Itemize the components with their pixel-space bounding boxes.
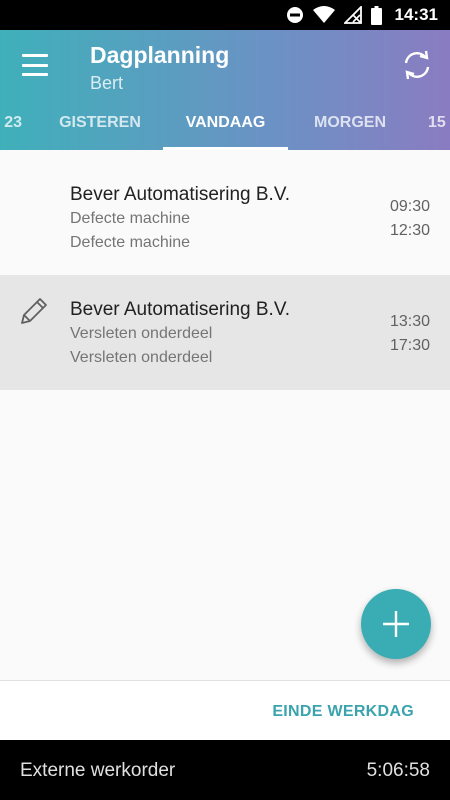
tab-previous-date[interactable]: 23 (0, 100, 22, 150)
end-workday-button[interactable]: EINDE WERKDAG (272, 703, 414, 721)
menu-icon-bar (22, 54, 48, 57)
list-item[interactable]: Bever Automatisering B.V. Versleten onde… (0, 275, 450, 390)
tab-gisteren[interactable]: GISTEREN (42, 100, 158, 150)
appointment-description: Defecte machine (70, 210, 191, 227)
bottom-action-bar: EINDE WERKDAG (0, 680, 450, 740)
status-time: 14:31 (394, 5, 438, 24)
list-item[interactable]: Bever Automatisering B.V. Defecte machin… (0, 160, 450, 275)
pencil-icon (21, 298, 47, 324)
day-tabs: 23 GISTEREN VANDAAG MORGEN 15 (0, 100, 450, 150)
menu-button[interactable] (22, 54, 48, 76)
page-subtitle: Bert (90, 73, 124, 93)
appointment-description: Versleten onderdeel (70, 325, 213, 342)
wifi-icon (312, 6, 335, 23)
start-time: 09:30 (389, 198, 430, 215)
status-bar: 14:31 (0, 0, 450, 30)
do-not-disturb-icon (286, 7, 303, 23)
add-appointment-button[interactable] (361, 589, 431, 659)
menu-icon-bar (22, 73, 48, 76)
tab-next-date[interactable]: 15 (428, 100, 450, 150)
end-time: 17:30 (389, 337, 430, 354)
menu-icon-bar (22, 63, 48, 67)
tab-vandaag[interactable]: VANDAAG (163, 100, 288, 150)
sync-icon[interactable] (402, 50, 432, 80)
appointment-list: Bever Automatisering B.V. Defecte machin… (0, 160, 450, 390)
work-order-bar[interactable]: Externe werkorder 5:06:58 (0, 740, 450, 800)
no-signal-icon (343, 6, 362, 24)
plus-icon (383, 611, 409, 637)
battery-icon (370, 5, 382, 25)
start-time: 13:30 (389, 313, 430, 330)
appointment-detail: Defecte machine (70, 234, 191, 251)
work-order-timer: 5:06:58 (366, 760, 430, 781)
end-time: 12:30 (389, 222, 430, 239)
app-bar: Dagplanning Bert 23 GISTEREN VANDAAG MOR… (0, 30, 450, 150)
company-name: Bever Automatisering B.V. (70, 184, 291, 205)
work-order-label: Externe werkorder (20, 760, 176, 781)
appointment-detail: Versleten onderdeel (70, 349, 213, 366)
page-title: Dagplanning (90, 42, 230, 68)
tab-morgen[interactable]: MORGEN (296, 100, 404, 150)
company-name: Bever Automatisering B.V. (70, 299, 291, 320)
